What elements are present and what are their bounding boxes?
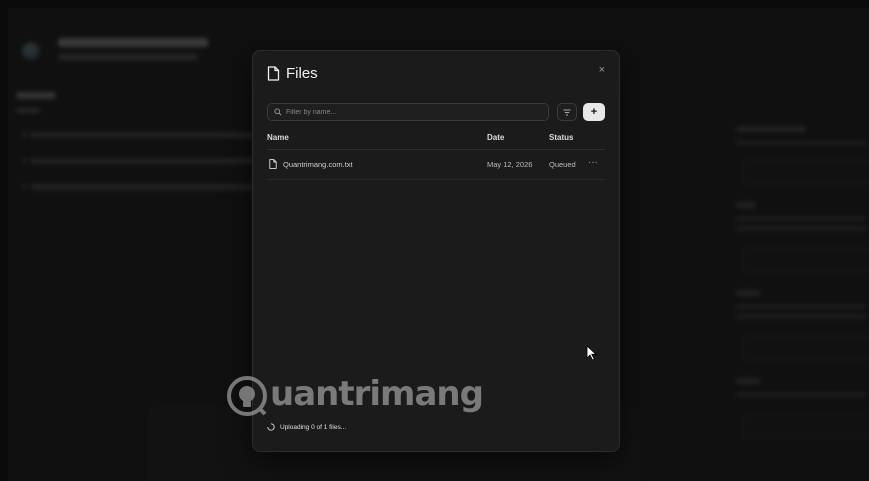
- filter-button[interactable]: [557, 103, 577, 121]
- add-file-button[interactable]: +: [583, 103, 605, 121]
- search-icon: [274, 108, 282, 116]
- divider: [267, 149, 605, 150]
- plus-icon: +: [590, 106, 598, 118]
- close-button[interactable]: ×: [599, 63, 605, 77]
- dialog-title: Files: [286, 65, 318, 82]
- screen: Files × + Name Date Status: [0, 0, 869, 481]
- file-icon: [269, 159, 277, 169]
- watermark-text: uantrimang: [270, 374, 484, 414]
- watermark-logo: [227, 376, 267, 416]
- dialog-header: Files: [267, 65, 318, 82]
- more-icon[interactable]: ···: [588, 157, 598, 168]
- file-status: Queued: [549, 160, 576, 169]
- watermark: uantrimang: [226, 374, 484, 417]
- file-date: May 12, 2026: [487, 160, 533, 169]
- spinner-icon: [267, 423, 275, 431]
- close-icon: ×: [598, 64, 605, 76]
- column-header-date[interactable]: Date: [487, 133, 504, 142]
- search-field[interactable]: [267, 103, 549, 121]
- file-name: Quantrimang.com.txt: [283, 160, 353, 169]
- search-input[interactable]: [286, 108, 526, 116]
- column-header-status[interactable]: Status: [549, 133, 573, 142]
- table-row[interactable]: Quantrimang.com.txt May 12, 2026 Queued …: [267, 155, 605, 175]
- upload-status: Uploading 0 of 1 files...: [267, 423, 346, 431]
- cursor-icon: [586, 345, 597, 361]
- divider: [267, 179, 605, 180]
- file-icon: [267, 66, 280, 81]
- table-header: Name Date Status: [267, 133, 605, 149]
- upload-status-text: Uploading 0 of 1 files...: [280, 423, 347, 431]
- filter-icon: [563, 109, 571, 115]
- column-header-name[interactable]: Name: [267, 133, 289, 142]
